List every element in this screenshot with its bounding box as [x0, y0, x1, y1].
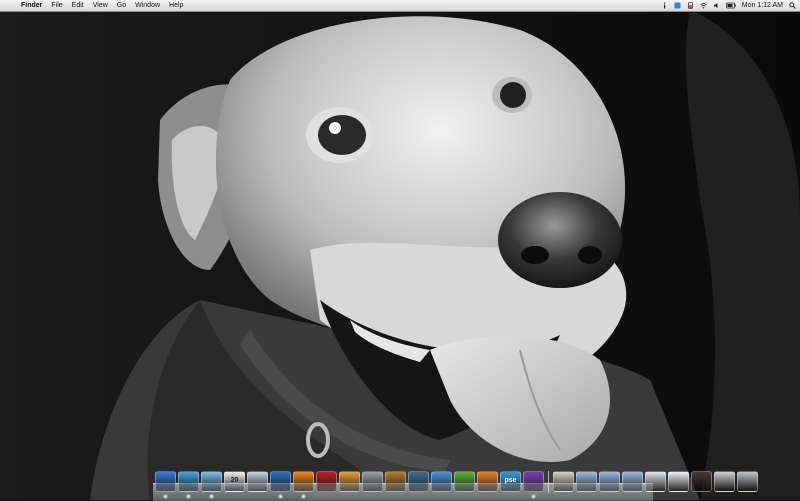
pse-label: pse [504, 477, 517, 484]
info-icon[interactable] [661, 2, 668, 9]
menu-bar: Finder File Edit View Go Window Help Mon… [0, 0, 800, 12]
volume-icon[interactable] [713, 2, 720, 9]
ical-label: 20 [230, 477, 239, 484]
menu-help[interactable]: Help [169, 0, 183, 11]
dog-photo [0, 0, 800, 500]
photo-stack-icon[interactable] [691, 471, 712, 492]
garageband-icon[interactable] [385, 471, 406, 492]
ical-icon[interactable]: 20 [224, 471, 245, 492]
running-indicator [279, 495, 282, 498]
menu-window[interactable]: Window [135, 0, 160, 11]
ichat-icon[interactable] [201, 471, 222, 498]
iphoto-icon[interactable] [339, 471, 360, 492]
web-app-icon[interactable] [431, 471, 452, 492]
frame-app-icon[interactable] [523, 471, 544, 498]
preview-icon[interactable] [247, 471, 268, 492]
desktop-wallpaper [0, 0, 800, 500]
itunes-icon[interactable] [270, 471, 291, 498]
menu-edit[interactable]: Edit [72, 0, 84, 11]
applications-folder-icon[interactable] [576, 471, 597, 492]
vlc-icon[interactable] [293, 471, 314, 498]
menu-clock[interactable]: Mon 1:12 AM [742, 0, 783, 11]
running-indicator [187, 495, 190, 498]
battery-monitor-icon[interactable] [687, 2, 694, 9]
pencil-stack-icon[interactable] [714, 471, 735, 492]
stack-icon[interactable] [645, 471, 666, 492]
running-indicator [210, 495, 213, 498]
menu-go[interactable]: Go [117, 0, 126, 11]
wifi-icon[interactable] [699, 2, 707, 9]
dock-icons: 20 pse [155, 471, 758, 498]
downloads-folder-icon[interactable] [622, 471, 643, 492]
finder-icon[interactable] [155, 471, 176, 498]
menu-finder[interactable]: Finder [21, 0, 42, 11]
script-editor-icon[interactable] [362, 471, 383, 492]
photo-booth-icon[interactable] [316, 471, 337, 492]
home-folder-icon[interactable] [553, 471, 574, 492]
battery-icon[interactable] [725, 2, 736, 9]
running-indicator [164, 495, 167, 498]
trash-icon[interactable] [737, 471, 758, 492]
document-stack-icon[interactable] [668, 471, 689, 492]
safari-icon[interactable] [178, 471, 199, 498]
spotlight-icon[interactable] [789, 2, 796, 9]
pse-icon[interactable]: pse [500, 471, 521, 492]
menu-file[interactable]: File [51, 0, 62, 11]
documents-folder-icon[interactable] [599, 471, 620, 492]
dropbox-icon[interactable] [674, 2, 681, 9]
menu-extras: Mon 1:12 AM [661, 0, 796, 11]
running-indicator [302, 495, 305, 498]
green-app-icon[interactable] [454, 471, 475, 492]
orange-app-icon[interactable] [477, 471, 498, 492]
dock: 20 pse [153, 469, 758, 501]
photoshop-icon[interactable] [408, 471, 429, 492]
dock-divider [548, 471, 549, 493]
running-indicator [532, 495, 535, 498]
menu-view[interactable]: View [93, 0, 108, 11]
